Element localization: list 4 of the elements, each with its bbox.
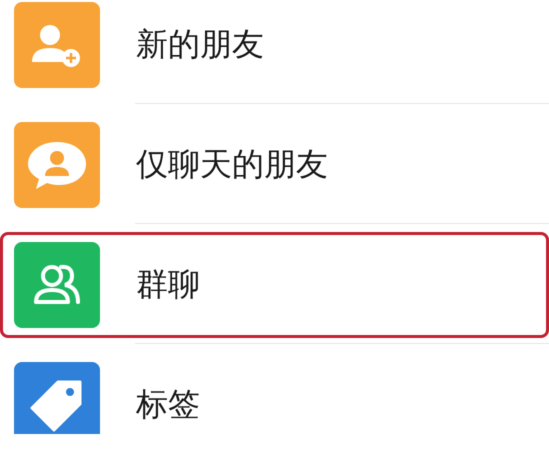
list-item[interactable]: 新的朋友	[0, 0, 549, 98]
list-item[interactable]: 仅聊天的朋友	[0, 112, 549, 218]
list-item[interactable]: 标签	[0, 352, 549, 434]
list-item[interactable]: 群聊	[0, 232, 549, 338]
